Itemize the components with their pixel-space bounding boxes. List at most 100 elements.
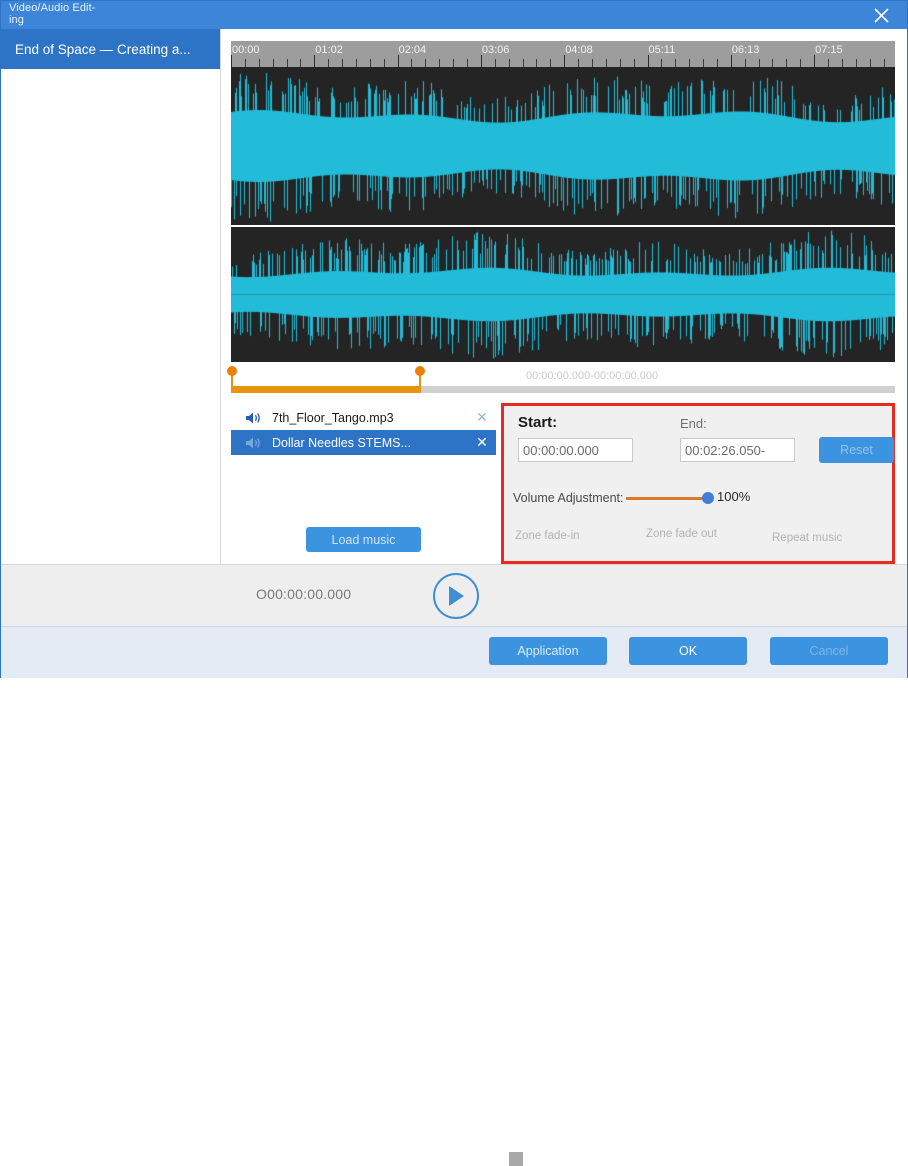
ruler-tick: [703, 59, 705, 67]
play-button[interactable]: [433, 573, 479, 619]
ruler-tick: [314, 55, 316, 67]
ruler-tick: [522, 59, 524, 67]
ruler-tick: [231, 55, 232, 67]
ruler-tick: [342, 59, 344, 67]
ruler-label: 05:11: [648, 44, 676, 56]
list-item[interactable]: 7th_Floor_Tango.mp3 ✕: [231, 405, 496, 430]
ruler-tick: [661, 59, 663, 67]
sidebar: End of Space — Creating a...: [1, 29, 221, 564]
ruler-label: 02:04: [398, 44, 427, 56]
start-label: Start:: [518, 414, 558, 431]
dialog-footer: Application OK Cancel: [1, 626, 907, 678]
ruler-tick: [855, 59, 857, 67]
ruler-tick: [689, 59, 691, 67]
ruler-tick: [286, 59, 288, 67]
stop-button[interactable]: [509, 1152, 523, 1166]
ruler-tick: [619, 59, 621, 67]
ruler-tick: [480, 55, 482, 67]
ruler-label: 06:13: [731, 44, 760, 56]
ruler-tick: [300, 59, 302, 67]
zone-fade-out-checkbox[interactable]: Zone fade out: [646, 528, 736, 540]
range-handle-left[interactable]: [227, 366, 237, 393]
ruler-tick: [800, 59, 802, 67]
zone-fade-in-checkbox[interactable]: Zone fade-in: [515, 530, 605, 542]
volume-slider[interactable]: [626, 497, 708, 500]
ruler-tick: [647, 55, 649, 67]
close-icon[interactable]: ✕: [474, 434, 490, 451]
ruler-tick: [536, 59, 538, 67]
end-time-input[interactable]: [680, 438, 795, 462]
ruler-tick: [744, 59, 746, 67]
ruler-tick: [578, 59, 580, 67]
ruler-tick: [883, 59, 885, 67]
title-bar: Video/Audio Edit- ing: [1, 1, 907, 29]
ok-button[interactable]: OK: [629, 637, 747, 665]
timeline-ruler[interactable]: 00:00 01:02 02:04 03:06 04:08 05:11 06:13 07:15…: [231, 41, 895, 67]
volume-slider-handle[interactable]: [702, 492, 714, 504]
ruler-tick: [439, 59, 441, 67]
waveform-area: [231, 67, 895, 362]
ruler-tick: [841, 59, 843, 67]
window-body: End of Space — Creating a... 00:00 01:02 0…: [1, 29, 907, 1166]
ruler-tick: [786, 59, 788, 67]
repeat-music-checkbox[interactable]: Repeat music: [772, 532, 862, 544]
ruler-label: 01:02: [315, 44, 343, 56]
ruler-label: 03:06: [481, 44, 510, 56]
editor-pane: 00:00 01:02 02:04 03:06 04:08 05:11 06:13 07:15…: [221, 29, 907, 564]
load-music-button[interactable]: Load music: [306, 527, 421, 552]
ruler-tick: [494, 59, 496, 67]
lower-panels: 7th_Floor_Tango.mp3 ✕ Dollar Needles STE…: [231, 403, 895, 564]
range-selection-slider[interactable]: 00:00:00.000-00:00:00.000: [227, 366, 895, 395]
ruler-tick: [633, 59, 635, 67]
speaker-icon: [245, 435, 263, 451]
window-title: Video/Audio Edit- ing: [9, 2, 96, 26]
cancel-button[interactable]: Cancel: [770, 637, 888, 665]
ruler-label: 00:00: [232, 44, 260, 56]
application-button[interactable]: Application: [489, 637, 607, 665]
ruler-tick: [591, 59, 593, 67]
ruler-tick: [605, 59, 607, 67]
ruler-tick: [772, 59, 774, 67]
track-name: Dollar Needles STEMS...: [272, 435, 411, 450]
reset-button[interactable]: Reset: [819, 437, 894, 463]
ruler-tick: [272, 59, 274, 67]
ruler-tick: [869, 59, 871, 67]
volume-adjustment-label: Volume Adjustment:: [513, 491, 624, 505]
speaker-icon: [245, 410, 263, 426]
ruler-tick: [258, 59, 260, 67]
play-icon: [449, 586, 464, 606]
range-readout: 00:00:00.000-00:00:00.000: [526, 370, 659, 382]
playback-time-readout: O00:00:00.000: [256, 586, 352, 602]
ruler-tick: [814, 55, 816, 67]
range-handle-right[interactable]: [415, 366, 426, 393]
close-icon[interactable]: [861, 1, 901, 29]
ruler-tick: [827, 59, 829, 67]
ruler-tick: [397, 55, 399, 67]
ruler-tick: [564, 55, 566, 67]
transport-bar: O00:00:00.000: [1, 564, 907, 1166]
close-icon[interactable]: ✕: [474, 409, 490, 426]
sidebar-item-label: End of Space — Creating a...: [15, 41, 191, 57]
sidebar-item-project[interactable]: End of Space — Creating a...: [1, 29, 220, 69]
end-label: End:: [680, 416, 707, 431]
main-split: End of Space — Creating a... 00:00 01:02 0…: [1, 29, 907, 564]
load-music-row: Load music: [231, 527, 496, 564]
ruler-tick: [383, 59, 385, 67]
waveform-channel-top[interactable]: [231, 67, 895, 225]
ruler-tick: [716, 59, 718, 67]
waveform-channel-bottom[interactable]: [231, 227, 895, 362]
ruler-tick: [369, 59, 371, 67]
ruler-tick: [675, 59, 677, 67]
track-list: 7th_Floor_Tango.mp3 ✕ Dollar Needles STE…: [231, 403, 496, 564]
ruler-tick: [355, 59, 357, 67]
ruler-tick: [453, 59, 455, 67]
volume-value: 100%: [717, 489, 751, 504]
ruler-tick: [730, 55, 732, 67]
video-audio-editing-window: Video/Audio Edit- ing End of Space — Cre…: [0, 0, 908, 1166]
list-item[interactable]: Dollar Needles STEMS... ✕: [231, 430, 496, 455]
ruler-tick: [244, 59, 246, 67]
ruler-label: 04:08: [565, 44, 593, 56]
ruler-tick: [758, 59, 760, 67]
start-time-input[interactable]: [518, 438, 633, 462]
ruler-tick: [467, 59, 469, 67]
